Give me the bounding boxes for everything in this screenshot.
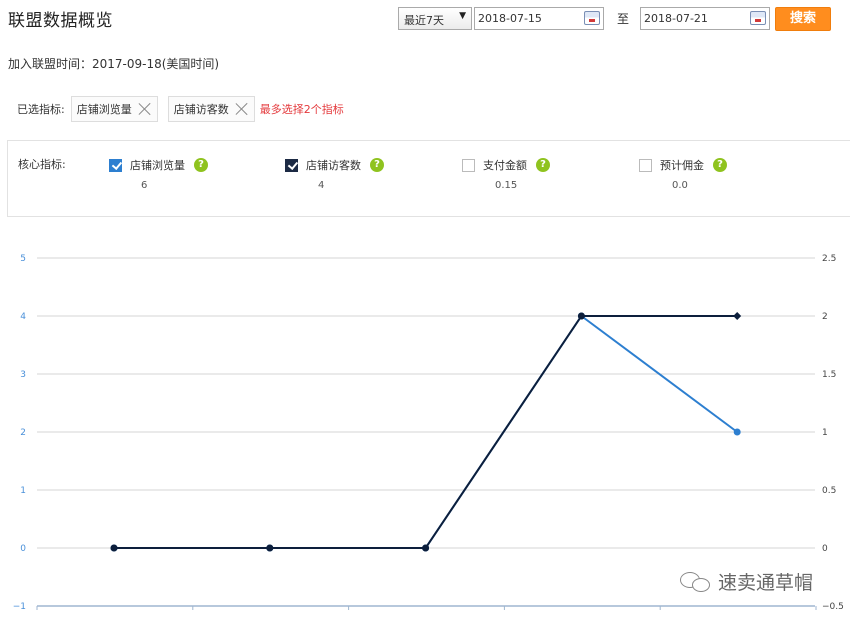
- watermark-text: 速卖通草帽: [718, 572, 814, 594]
- right-axis-tick-label: 1: [822, 428, 828, 438]
- join-time-text: 加入联盟时间：2017-09-18(美国时间): [8, 57, 220, 71]
- chip-label: 店铺浏览量: [76, 103, 132, 116]
- end-date-input[interactable]: 2018-07-21: [640, 7, 770, 30]
- right-axis-tick-label: 0: [822, 544, 828, 554]
- selected-metrics-label: 已选指标:: [17, 103, 65, 116]
- metric-checkbox-page-views[interactable]: [109, 158, 122, 172]
- search-button[interactable]: 搜索: [775, 7, 831, 31]
- right-axis-tick-label: 1.5: [822, 370, 836, 380]
- series-point: [733, 428, 741, 436]
- right-axis-tick-label: 2.5: [822, 254, 836, 264]
- date-range-value: 最近7天: [404, 14, 444, 27]
- left-axis-tick-label: 4: [20, 312, 26, 322]
- left-axis-tick-label: 0: [20, 544, 26, 554]
- max-selection-note: 最多选择2个指标: [259, 103, 344, 116]
- end-date-value: 2018-07-21: [644, 12, 708, 25]
- metric-value: 0.15: [495, 180, 518, 191]
- selected-chip-visitors: 店铺访客数: [167, 96, 255, 122]
- series-point: [577, 312, 585, 320]
- metric-value: 0.0: [672, 180, 688, 191]
- series-point: [422, 544, 430, 552]
- core-metrics-panel: 核心指标: 店铺浏览量 ? 6 店铺访客数 ? 4 支付金额 ? 0.15 预计…: [7, 140, 850, 217]
- date-range-to-label: 至: [617, 12, 630, 26]
- metric-value: 4: [318, 180, 325, 191]
- metric-checkbox-estimated-commission[interactable]: [639, 158, 652, 172]
- metric-name: 支付金额: [483, 159, 527, 172]
- help-icon[interactable]: ?: [370, 158, 384, 172]
- series-point: [266, 544, 274, 552]
- selected-chip-page-views: 店铺浏览量: [70, 96, 158, 122]
- watermark: 速卖通草帽: [680, 568, 813, 595]
- metric-visitors[interactable]: 店铺访客数 ? 4: [285, 157, 384, 191]
- wechat-icon: [680, 570, 714, 594]
- metric-checkbox-payment-amount[interactable]: [462, 158, 475, 172]
- chip-label: 店铺访客数: [173, 103, 229, 116]
- trend-chart: −1 −0.5 0 0 1 0.5 2 1 3 1.5 4 2 5 2.5: [13, 254, 844, 612]
- selected-metrics-row: 已选指标: 店铺浏览量 店铺访客数 最多选择2个指标: [17, 96, 344, 122]
- calendar-icon[interactable]: [584, 11, 600, 25]
- date-range-select[interactable]: 最近7天 ▼: [398, 7, 472, 30]
- left-axis-tick-label: −1: [13, 602, 26, 612]
- remove-icon[interactable]: [234, 101, 250, 117]
- series-point: [733, 312, 742, 320]
- page-title: 联盟数据概览: [8, 11, 113, 31]
- start-date-input[interactable]: 2018-07-15: [474, 7, 604, 30]
- left-axis-tick-label: 3: [20, 370, 26, 380]
- left-axis-tick-label: 5: [20, 254, 26, 264]
- core-metrics-label: 核心指标:: [18, 158, 66, 171]
- right-axis-tick-label: 2: [822, 312, 828, 322]
- right-axis-tick-label: 0.5: [822, 486, 836, 496]
- left-axis-tick-label: 2: [20, 428, 26, 438]
- chevron-down-icon: ▼: [459, 11, 466, 21]
- help-icon[interactable]: ?: [536, 158, 550, 172]
- metric-page-views[interactable]: 店铺浏览量 ? 6: [109, 157, 208, 191]
- metric-name: 预计佣金: [660, 159, 704, 172]
- start-date-value: 2018-07-15: [478, 12, 542, 25]
- help-icon[interactable]: ?: [194, 158, 208, 172]
- metric-checkbox-visitors[interactable]: [285, 158, 298, 172]
- right-axis-tick-label: −0.5: [822, 602, 844, 612]
- help-icon[interactable]: ?: [713, 158, 727, 172]
- metric-payment-amount[interactable]: 支付金额 ? 0.15: [462, 157, 550, 191]
- metric-name: 店铺访客数: [306, 159, 361, 172]
- metric-value: 6: [141, 180, 148, 191]
- metric-estimated-commission[interactable]: 预计佣金 ? 0.0: [639, 157, 727, 191]
- series-point: [110, 544, 118, 552]
- remove-icon[interactable]: [137, 101, 153, 117]
- calendar-icon[interactable]: [750, 11, 766, 25]
- left-axis-tick-label: 1: [20, 486, 26, 496]
- metric-name: 店铺浏览量: [130, 159, 185, 172]
